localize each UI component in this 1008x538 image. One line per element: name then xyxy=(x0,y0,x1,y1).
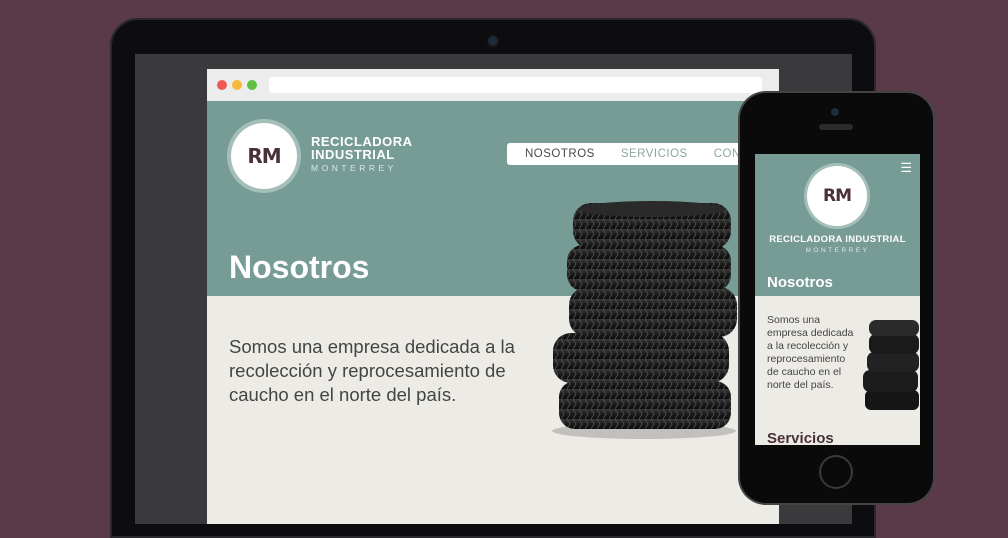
page-title: Nosotros xyxy=(229,249,370,285)
mobile-section-heading: Servicios xyxy=(767,430,834,445)
mobile-page-title: Nosotros xyxy=(767,274,833,291)
camera-icon xyxy=(488,36,498,46)
speaker-grille xyxy=(819,124,853,130)
hamburger-icon[interactable]: ☰ xyxy=(900,160,912,176)
nav-item-servicios[interactable]: SERVICIOS xyxy=(621,148,688,160)
intro-text: Somos una empresa dedicada a la recolecc… xyxy=(229,336,515,405)
minimize-window-icon[interactable] xyxy=(232,80,242,90)
browser-toolbar xyxy=(207,69,779,102)
browser-window: RM RECICLADORA INDUSTRIAL MONTERREY NOSO… xyxy=(207,69,779,524)
mobile-logo[interactable]: RM xyxy=(807,166,867,226)
nav-item-nosotros[interactable]: NOSOTROS xyxy=(525,148,595,160)
home-button[interactable] xyxy=(819,455,853,489)
brand-subtitle: MONTERREY xyxy=(311,163,397,173)
phone-frame: ☰ RM RECICLADORA INDUSTRIAL MONTERREY No… xyxy=(740,93,933,503)
main-nav: NOSOTROS SERVICIOS CONTACTO xyxy=(507,143,779,165)
mobile-hero-section: ☰ RM RECICLADORA INDUSTRIAL MONTERREY No… xyxy=(755,154,920,296)
close-window-icon[interactable] xyxy=(217,80,227,90)
mobile-brand-subtitle: MONTERREY xyxy=(805,247,870,254)
logo-mark: RM xyxy=(247,144,281,168)
brand-name: RECICLADORA INDUSTRIAL MONTERREY xyxy=(311,135,413,173)
maximize-window-icon[interactable] xyxy=(247,80,257,90)
phone-screen: ☰ RM RECICLADORA INDUSTRIAL MONTERREY No… xyxy=(755,154,920,445)
tire-stack-image xyxy=(552,201,737,439)
mobile-tire-stack-image xyxy=(863,320,919,410)
front-camera-icon xyxy=(831,108,839,116)
address-bar[interactable] xyxy=(269,77,762,93)
logo[interactable]: RM xyxy=(231,123,297,189)
mobile-brand-name: RECICLADORA INDUSTRIAL xyxy=(769,234,906,245)
mobile-logo-mark: RM xyxy=(822,186,852,206)
brand-line-2: INDUSTRIAL xyxy=(311,147,395,162)
mobile-intro-text: Somos una empresa dedicada a la recolecc… xyxy=(767,314,854,391)
